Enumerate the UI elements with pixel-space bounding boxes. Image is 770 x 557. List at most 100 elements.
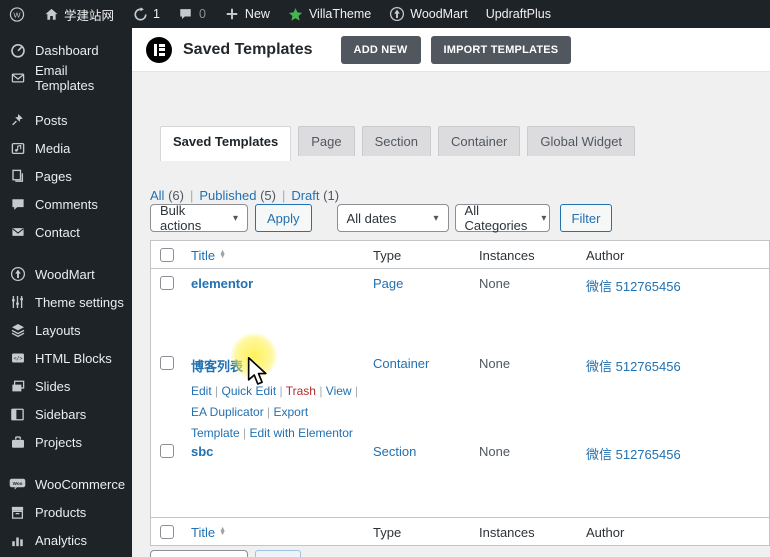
- sort-by-title-link[interactable]: Title ▲ ▼: [191, 248, 226, 263]
- template-type-link[interactable]: Container: [373, 356, 429, 371]
- adminbar-item-site-name[interactable]: 学建站网: [34, 0, 123, 28]
- sidebar-item-layouts[interactable]: Layouts: [0, 316, 132, 344]
- row-action-edit[interactable]: Edit: [191, 384, 212, 398]
- tab-saved-templates[interactable]: Saved Templates: [160, 126, 292, 161]
- sidebar-item-email-templates[interactable]: Email Templates: [0, 63, 132, 93]
- table-row: sbc Section None 微信 512765456: [151, 437, 769, 517]
- table-row: elementor Page None 微信 512765456: [151, 269, 769, 349]
- row-checkbox[interactable]: [160, 356, 174, 370]
- analytics-icon: [9, 532, 26, 549]
- adminbar-item-woodmart[interactable]: WoodMart: [380, 0, 476, 28]
- row-action-view[interactable]: View: [326, 384, 352, 398]
- email-icon: [9, 70, 26, 87]
- adminbar-item-villatheme[interactable]: VillaTheme: [279, 0, 380, 28]
- view-filter-published[interactable]: Published (5): [199, 188, 276, 203]
- tab-container[interactable]: Container: [438, 126, 521, 156]
- template-title-link[interactable]: elementor: [191, 276, 253, 291]
- dates-filter-select[interactable]: All dates ▾: [336, 204, 449, 232]
- sidebar-item-label: WoodMart: [35, 266, 95, 282]
- column-type-label: Type: [373, 248, 402, 263]
- apply-button[interactable]: [255, 550, 301, 557]
- row-checkbox[interactable]: [160, 276, 174, 290]
- tab-page[interactable]: Page: [298, 126, 355, 156]
- elementor-logo-icon: [146, 36, 172, 63]
- sidebar-item-label: Email Templates: [35, 63, 95, 93]
- row-action-quick-edit[interactable]: Quick Edit: [221, 384, 276, 398]
- sidebar-item-woodmart[interactable]: WoodMart: [0, 260, 132, 288]
- tab-section[interactable]: Section: [361, 126, 432, 156]
- adminbar-item-new[interactable]: New: [215, 0, 279, 28]
- template-title-link[interactable]: 博客列表: [191, 359, 243, 374]
- dashboard-icon: [9, 42, 26, 59]
- sidebar-item-label: Sidebars: [35, 406, 87, 422]
- sidebar-item-sidebars[interactable]: Sidebars: [0, 400, 132, 428]
- woo-icon: Woo: [9, 476, 26, 493]
- view-filter-count: (1): [323, 188, 340, 203]
- row-action-trash[interactable]: Trash: [286, 384, 316, 398]
- sidebar-item-contact[interactable]: Contact: [0, 218, 132, 246]
- author-link[interactable]: 微信 512765456: [586, 359, 681, 374]
- add-new-button[interactable]: ADD NEW: [340, 35, 421, 64]
- column-title-label: Title: [191, 525, 216, 540]
- sidebar-item-theme-settings[interactable]: Theme settings: [0, 288, 132, 316]
- column-author-label: Author: [586, 525, 625, 540]
- apply-button[interactable]: Apply: [255, 204, 312, 232]
- sidebar-item-projects[interactable]: Projects: [0, 428, 132, 456]
- categories-filter-value: All Categories: [464, 203, 528, 233]
- sort-by-title-link[interactable]: Title ▲ ▼: [191, 525, 226, 540]
- sidebar-item-label: Analytics: [35, 532, 88, 548]
- view-filter-all[interactable]: All (6): [150, 188, 184, 203]
- instances-value: None: [479, 444, 511, 459]
- bulk-actions-select[interactable]: [150, 550, 248, 557]
- sidebar-item-dashboard[interactable]: Dashboard: [0, 36, 132, 64]
- pin-icon: [9, 112, 26, 129]
- select-all-checkbox[interactable]: [160, 248, 174, 262]
- template-type-link[interactable]: Page: [373, 276, 403, 291]
- plus-icon: [224, 6, 240, 22]
- tab-global-widget[interactable]: Global Widget: [527, 126, 636, 156]
- select-all-checkbox[interactable]: [160, 525, 174, 539]
- woodmart-icon: [389, 6, 405, 22]
- adminbar-item-updraftplus[interactable]: UpdraftPlus: [477, 0, 560, 28]
- sidebar-item-media[interactable]: Media: [0, 134, 132, 162]
- view-filter-draft[interactable]: Draft (1): [291, 188, 339, 203]
- author-link[interactable]: 微信 512765456: [586, 279, 681, 294]
- sidebar-item-label: Theme settings: [35, 294, 124, 310]
- svg-text:Woo: Woo: [13, 481, 23, 486]
- row-checkbox[interactable]: [160, 444, 174, 458]
- adminbar-item-wordpress-logo[interactable]: W: [0, 0, 34, 28]
- sidebar-item-products[interactable]: Products: [0, 498, 132, 526]
- sidebar-item-label: Products: [35, 504, 87, 520]
- adminbar-item-comments[interactable]: 0: [169, 0, 215, 28]
- code-icon: </>: [9, 350, 26, 367]
- svg-text:</>: </>: [13, 356, 22, 362]
- column-instances-label: Instances: [479, 248, 535, 263]
- categories-filter-select[interactable]: All Categories ▾: [454, 203, 550, 233]
- sidebar-item-analytics[interactable]: Analytics: [0, 526, 132, 554]
- sidebar-item-posts[interactable]: Posts: [0, 106, 132, 134]
- templates-table: Title ▲ ▼ Type Instances Author elementor…: [150, 240, 770, 546]
- author-link[interactable]: 微信 512765456: [586, 447, 681, 462]
- sidebar-item-woocommerce[interactable]: Woo WooCommerce: [0, 470, 132, 498]
- bulk-actions-select[interactable]: Bulk actions ▾: [150, 203, 248, 233]
- view-filter-count: (6): [168, 188, 184, 203]
- sidebar-item-slides[interactable]: Slides: [0, 372, 132, 400]
- import-templates-button[interactable]: IMPORT TEMPLATES: [430, 35, 572, 64]
- sidebar-item-label: Projects: [35, 434, 82, 450]
- sidebar-item-label: Posts: [35, 112, 68, 128]
- template-title-link[interactable]: sbc: [191, 444, 213, 459]
- adminbar-item-label: New: [244, 7, 270, 21]
- template-type-link[interactable]: Section: [373, 444, 416, 459]
- sidebar-item-pages[interactable]: Pages: [0, 162, 132, 190]
- chevron-down-icon: ▾: [232, 212, 238, 224]
- sidebar-item-html-blocks[interactable]: </> HTML Blocks: [0, 344, 132, 372]
- adminbar-item-updates[interactable]: 1: [123, 0, 169, 28]
- column-type-label: Type: [373, 525, 402, 540]
- page-header: Saved Templates ADD NEW IMPORT TEMPLATES: [132, 28, 770, 72]
- slides-icon: [9, 378, 26, 395]
- filter-button[interactable]: Filter: [559, 204, 613, 232]
- row-action-ea-duplicator[interactable]: EA Duplicator: [191, 405, 264, 419]
- bulk-actions-value: Bulk actions: [160, 203, 202, 233]
- sidebar-item-label: Media: [35, 140, 71, 156]
- sidebar-item-comments[interactable]: Comments: [0, 190, 132, 218]
